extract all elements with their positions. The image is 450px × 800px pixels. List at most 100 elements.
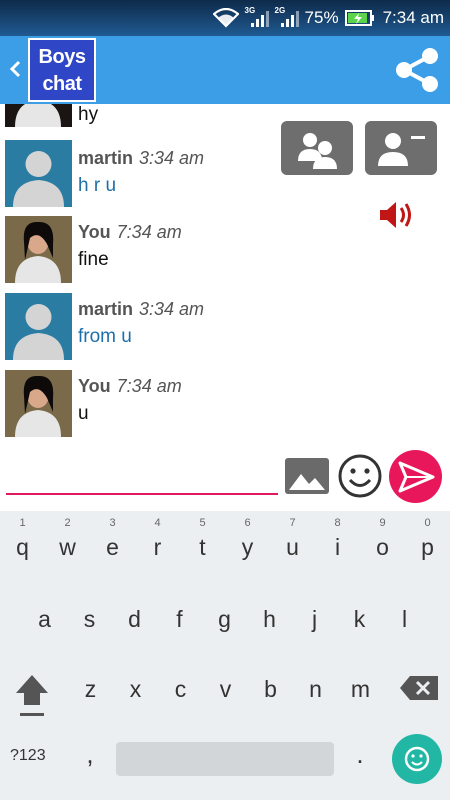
- chat-message: martin 3:34 am from u: [0, 293, 450, 363]
- status-bar: 3G 2G 75% 7:34 am: [0, 0, 450, 36]
- group-users-icon: [298, 133, 337, 169]
- key-label: e: [106, 534, 119, 560]
- key-v[interactable]: v: [203, 661, 248, 721]
- key-hint: 2: [64, 517, 71, 529]
- send-icon: [398, 461, 435, 493]
- key-m[interactable]: m: [338, 661, 383, 721]
- message-input[interactable]: [6, 449, 278, 495]
- key-label: j: [311, 606, 318, 632]
- status-time: 7:34 am: [382, 8, 444, 27]
- remove-contact-button[interactable]: [365, 121, 437, 175]
- key-i[interactable]: 8i: [315, 511, 360, 571]
- key-label: g: [218, 606, 231, 632]
- chat-message: You 7:34 am fine: [0, 216, 450, 286]
- key-u[interactable]: 7u: [270, 511, 315, 571]
- avatar[interactable]: [5, 370, 72, 437]
- compose-bar: [0, 449, 450, 511]
- key-hint: 8: [334, 517, 341, 529]
- sender-name: You: [78, 376, 111, 396]
- smiley-icon: [404, 746, 430, 772]
- message-sender: martin 3:34 am: [78, 148, 204, 169]
- battery-percent: 75%: [304, 8, 339, 27]
- group-button[interactable]: [281, 121, 353, 175]
- sender-name: You: [78, 222, 111, 242]
- app-bar: Boys chat: [0, 36, 450, 104]
- wifi-icon: [212, 8, 239, 28]
- key-label: r: [153, 534, 162, 560]
- key-label: u: [286, 534, 299, 560]
- key-label: t: [199, 534, 206, 560]
- symbols-key[interactable]: ?123: [10, 747, 60, 773]
- message-sender: You 7:34 am: [78, 376, 182, 397]
- message-text: from u: [78, 326, 132, 347]
- signal-icon: 2G: [275, 6, 299, 29]
- comma-key[interactable]: ,: [80, 739, 100, 779]
- key-label: a: [38, 606, 51, 632]
- key-hint: 4: [154, 517, 161, 529]
- sender-name: martin: [78, 299, 134, 319]
- key-label: h: [263, 606, 276, 632]
- app-logo-line1: Boys: [38, 46, 86, 68]
- key-label: x: [129, 676, 142, 702]
- key-g[interactable]: g: [202, 591, 247, 651]
- key-l[interactable]: l: [382, 591, 427, 651]
- chat-message: You 7:34 am u: [0, 370, 450, 440]
- key-f[interactable]: f: [157, 591, 202, 651]
- key-label: d: [128, 606, 141, 632]
- avatar[interactable]: [5, 293, 72, 360]
- period-key[interactable]: .: [350, 739, 370, 779]
- key-label: z: [84, 676, 97, 702]
- key-c[interactable]: c: [158, 661, 203, 721]
- key-label: s: [83, 606, 96, 632]
- avatar[interactable]: [5, 140, 72, 207]
- chevron-left-icon[interactable]: [6, 54, 24, 84]
- message-time: 3:34 am: [139, 299, 205, 319]
- message-sender: You 7:34 am: [78, 222, 182, 243]
- key-x[interactable]: x: [113, 661, 158, 721]
- key-o[interactable]: 9o: [360, 511, 405, 571]
- avatar[interactable]: [5, 104, 72, 127]
- emoji-key[interactable]: [392, 734, 442, 784]
- chat-list[interactable]: hy martin 3:34 am h r u You 7:34 am fine…: [0, 104, 450, 449]
- key-r[interactable]: 4r: [135, 511, 180, 571]
- key-w[interactable]: 2w: [45, 511, 90, 571]
- key-y[interactable]: 6y: [225, 511, 270, 571]
- message-text: u: [78, 403, 89, 424]
- message-time: 3:34 am: [139, 148, 205, 168]
- key-hint: 5: [199, 517, 206, 529]
- avatar[interactable]: [5, 216, 72, 283]
- key-z[interactable]: z: [68, 661, 113, 721]
- key-b[interactable]: b: [248, 661, 293, 721]
- send-button[interactable]: [389, 450, 442, 503]
- key-label: w: [59, 534, 76, 560]
- soft-keyboard: 1q 2w 3e 4r 5t 6y 7u 8i 9o 0p a s d f g …: [0, 511, 450, 800]
- key-n[interactable]: n: [293, 661, 338, 721]
- key-p[interactable]: 0p: [405, 511, 450, 571]
- key-label: n: [309, 676, 322, 702]
- backspace-icon[interactable]: [398, 673, 440, 703]
- key-e[interactable]: 3e: [90, 511, 135, 571]
- key-hint: 6: [244, 517, 251, 529]
- app-logo: Boys chat: [28, 38, 96, 102]
- key-h[interactable]: h: [247, 591, 292, 651]
- key-hint: 1: [19, 517, 26, 529]
- share-icon[interactable]: [392, 45, 442, 95]
- space-key[interactable]: [116, 742, 334, 776]
- image-gallery-icon[interactable]: [284, 457, 330, 495]
- key-q[interactable]: 1q: [0, 511, 45, 571]
- key-label: v: [219, 676, 232, 702]
- key-t[interactable]: 5t: [180, 511, 225, 571]
- key-k[interactable]: k: [337, 591, 382, 651]
- app-logo-line2: chat: [42, 73, 82, 95]
- key-s[interactable]: s: [67, 591, 112, 651]
- message-sender: martin 3:34 am: [78, 299, 204, 320]
- key-j[interactable]: j: [292, 591, 337, 651]
- key-a[interactable]: a: [22, 591, 67, 651]
- shift-icon[interactable]: [10, 669, 54, 723]
- key-d[interactable]: d: [112, 591, 157, 651]
- key-label: k: [353, 606, 366, 632]
- key-hint: 3: [109, 517, 116, 529]
- smiley-icon[interactable]: [337, 453, 383, 499]
- key-label: p: [421, 534, 434, 560]
- key-label: q: [16, 534, 29, 560]
